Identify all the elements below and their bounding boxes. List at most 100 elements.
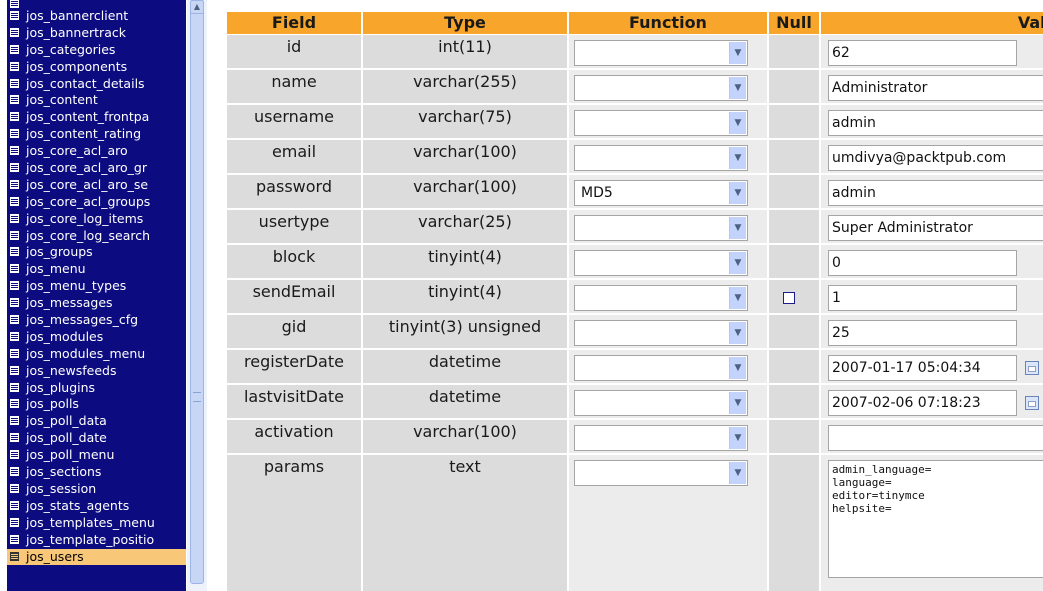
sidebar-item-jos-bannerclient[interactable]: jos_bannerclient	[7, 8, 186, 25]
null-checkbox[interactable]	[783, 292, 795, 304]
sidebar-item-jos-stats-agents[interactable]: jos_stats_agents	[7, 498, 186, 515]
chevron-down-icon[interactable]: ▼	[729, 217, 746, 239]
sidebar-item-jos-users[interactable]: jos_users	[7, 548, 186, 566]
password-input[interactable]: admin	[828, 180, 1043, 206]
email-input[interactable]: umdivya@packtpub.com	[828, 145, 1043, 171]
sidebar-item-jos-core-log-items[interactable]: jos_core_log_items	[7, 211, 186, 228]
sidebar-item-jos-modules-menu[interactable]: jos_modules_menu	[7, 346, 186, 363]
null-cell	[769, 35, 819, 68]
function-select[interactable]: ▼	[574, 390, 748, 416]
sidebar-item-jos-core-acl-aro[interactable]: jos_core_acl_aro	[7, 143, 186, 160]
sidebar-item-jos-messages-cfg[interactable]: jos_messages_cfg	[7, 312, 186, 329]
chevron-down-icon[interactable]: ▼	[729, 42, 746, 64]
function-select[interactable]: ▼	[574, 320, 748, 346]
null-cell	[769, 385, 819, 418]
sidebar-item-jos-content-frontpa[interactable]: jos_content_frontpa	[7, 109, 186, 126]
chevron-down-icon[interactable]: ▼	[729, 357, 746, 379]
sidebar-item-partial[interactable]	[7, 0, 186, 8]
chevron-down-icon[interactable]: ▼	[729, 392, 746, 414]
sidebar-item-jos-bannertrack[interactable]: jos_bannertrack	[7, 25, 186, 42]
sidebar-item-jos-groups[interactable]: jos_groups	[7, 244, 186, 261]
sidebar-item-jos-core-acl-groups[interactable]: jos_core_acl_groups	[7, 194, 186, 211]
sidebar-item-jos-newsfeeds[interactable]: jos_newsfeeds	[7, 363, 186, 380]
function-select[interactable]: ▼	[574, 110, 748, 136]
function-select[interactable]: ▼	[574, 40, 748, 66]
sidebar-item-jos-components[interactable]: jos_components	[7, 59, 186, 76]
table-icon	[10, 281, 19, 291]
chevron-down-icon[interactable]: ▼	[729, 462, 746, 484]
name-input[interactable]: Administrator	[828, 75, 1043, 101]
gid-input[interactable]: 25	[828, 320, 1017, 346]
sidebar-item-jos-poll-date[interactable]: jos_poll_date	[7, 430, 186, 447]
sidebar-item-jos-messages[interactable]: jos_messages	[7, 295, 186, 312]
function-select[interactable]: MD5 ▼	[574, 180, 748, 206]
function-select[interactable]: ▼	[574, 215, 748, 241]
sidebar-item-jos-content[interactable]: jos_content	[7, 92, 186, 109]
chevron-down-icon[interactable]: ▼	[729, 77, 746, 99]
usertype-input[interactable]: Super Administrator	[828, 215, 1043, 241]
calendar-icon[interactable]	[1025, 396, 1039, 410]
sidebar-item-jos-content-rating[interactable]: jos_content_rating	[7, 126, 186, 143]
params-textarea[interactable]: admin_language= language= editor=tinymce…	[828, 460, 1043, 578]
sidebar-item-jos-modules[interactable]: jos_modules	[7, 329, 186, 346]
scroll-up-arrow-icon[interactable]: ▲	[190, 0, 204, 14]
sidebar-item-jos-core-acl-aro-gr[interactable]: jos_core_acl_aro_gr	[7, 160, 186, 177]
sidebar-item-label: jos_messages_cfg	[26, 312, 139, 328]
sidebar-scrollbar[interactable]: ▲	[187, 0, 207, 591]
table-icon	[10, 348, 19, 358]
function-select[interactable]: ▼	[574, 460, 748, 486]
function-cell: ▼	[569, 420, 767, 453]
sidebar-item-jos-menu[interactable]: jos_menu	[7, 261, 186, 278]
function-cell: ▼	[569, 315, 767, 348]
sidebar-item-label: jos_menu_types	[26, 278, 127, 294]
sidebar-item-label: jos_core_acl_aro_se	[26, 176, 149, 192]
activation-input[interactable]	[828, 425, 1043, 451]
function-select[interactable]: ▼	[574, 355, 748, 381]
function-select[interactable]: ▼	[574, 425, 748, 451]
sidebar-item-jos-poll-data[interactable]: jos_poll_data	[7, 413, 186, 430]
sidebar-item-jos-template-positio[interactable]: jos_template_positio	[7, 532, 186, 549]
function-select[interactable]: ▼	[574, 285, 748, 311]
chevron-down-icon[interactable]: ▼	[729, 287, 746, 309]
scrollbar-thumb[interactable]	[190, 4, 204, 584]
username-input[interactable]: admin	[828, 110, 1043, 136]
sidebar-item-jos-menu-types[interactable]: jos_menu_types	[7, 278, 186, 295]
sidebar-item-jos-session[interactable]: jos_session	[7, 481, 186, 498]
chevron-down-icon[interactable]: ▼	[729, 252, 746, 274]
field-name: email	[271, 142, 317, 161]
value-cell: 25	[821, 315, 1043, 348]
value-cell: 2007-02-06 07:18:23	[821, 385, 1043, 418]
table-icon	[10, 146, 19, 156]
block-input[interactable]: 0	[828, 250, 1017, 276]
type-cell: varchar(25)	[363, 210, 567, 243]
sidebar-item-jos-contact-details[interactable]: jos_contact_details	[7, 76, 186, 93]
function-select[interactable]: ▼	[574, 250, 748, 276]
function-select[interactable]: ▼	[574, 75, 748, 101]
sidebar-item-label: jos_bannerclient	[26, 8, 129, 23]
type-cell: datetime	[363, 350, 567, 383]
chevron-down-icon[interactable]: ▼	[729, 112, 746, 134]
sidebar-item-jos-polls[interactable]: jos_polls	[7, 396, 186, 413]
chevron-down-icon[interactable]: ▼	[729, 427, 746, 449]
table-icon	[10, 247, 19, 257]
field-cell: sendEmail	[227, 280, 361, 313]
sidebar-item-jos-categories[interactable]: jos_categories	[7, 42, 186, 59]
sendEmail-input[interactable]: 1	[828, 285, 1017, 311]
sidebar-item-jos-poll-menu[interactable]: jos_poll_menu	[7, 447, 186, 464]
function-select[interactable]: ▼	[574, 145, 748, 171]
function-cell: ▼	[569, 280, 767, 313]
table-icon	[10, 27, 19, 37]
sidebar-item-jos-core-log-search[interactable]: jos_core_log_search	[7, 228, 186, 245]
chevron-down-icon[interactable]: ▼	[729, 182, 746, 204]
sidebar-item-jos-plugins[interactable]: jos_plugins	[7, 380, 186, 397]
lastvisitDate-input[interactable]: 2007-02-06 07:18:23	[828, 390, 1017, 416]
sidebar-item-jos-core-acl-aro-se[interactable]: jos_core_acl_aro_se	[7, 177, 186, 194]
chevron-down-icon[interactable]: ▼	[729, 147, 746, 169]
chevron-down-icon[interactable]: ▼	[729, 322, 746, 344]
calendar-icon[interactable]	[1025, 361, 1039, 375]
registerDate-input[interactable]: 2007-01-17 05:04:34	[828, 355, 1017, 381]
sidebar-item-jos-sections[interactable]: jos_sections	[7, 464, 186, 481]
id-input[interactable]: 62	[828, 40, 1017, 66]
sidebar-item-jos-templates-menu[interactable]: jos_templates_menu	[7, 515, 186, 532]
sidebar-item-label: jos_templates_menu	[26, 514, 155, 530]
